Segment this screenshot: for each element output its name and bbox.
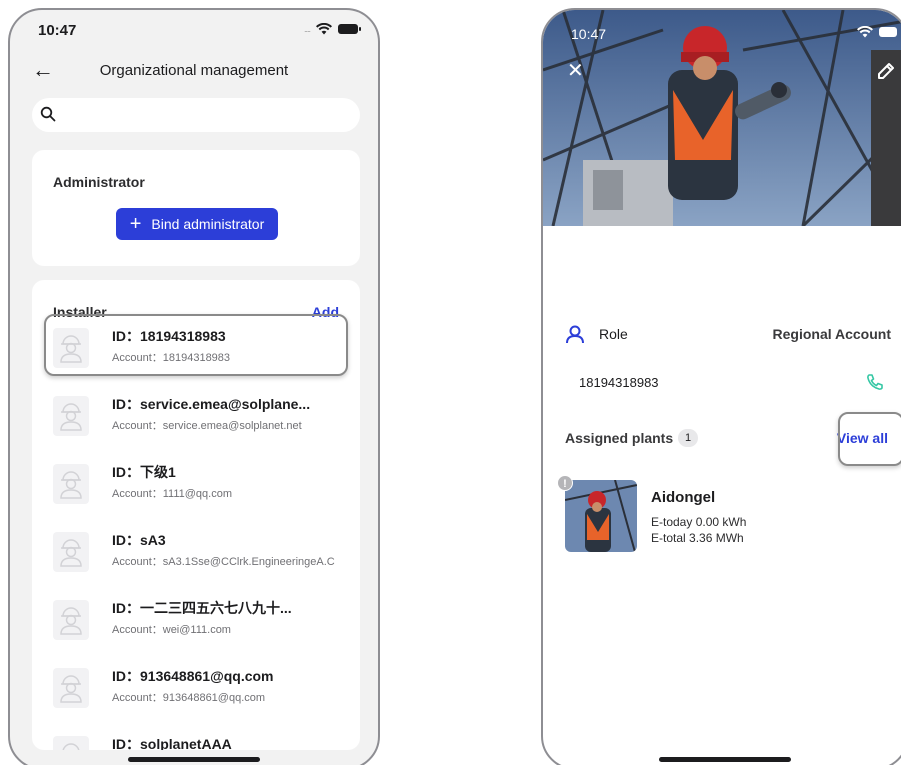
administrator-card: Administrator + Bind administrator xyxy=(32,150,360,266)
plant-list-item[interactable]: ! Aidongel E-today 0.00 kWh E-total 3.36… xyxy=(543,475,901,555)
right-phone-screen: 10:47 ✕ Role Regional Account 1819431898… xyxy=(541,8,901,765)
installer-account: Account：service.emea@solplanet.net xyxy=(112,420,302,432)
installer-list-item[interactable]: ID：service.emea@solplane... Account：serv… xyxy=(32,390,360,446)
bind-administrator-button[interactable]: + Bind administrator xyxy=(116,208,278,240)
status-bar: 10:47 .... xyxy=(10,10,378,50)
status-icons xyxy=(857,26,897,38)
home-indicator xyxy=(128,757,260,762)
installer-list-item[interactable]: ID：下级1 Account：1111@qq.com xyxy=(32,458,360,514)
close-icon[interactable]: ✕ xyxy=(567,58,584,83)
plant-e-today: E-today 0.00 kWh xyxy=(651,515,747,529)
installer-id: ID：一二三四五六七八九十... xyxy=(112,600,292,616)
worker-avatar-icon xyxy=(53,668,89,708)
wifi-icon xyxy=(316,23,332,35)
phone-icon[interactable] xyxy=(865,372,885,392)
installer-account: Account：1111@qq.com xyxy=(112,488,233,500)
worker-avatar-icon xyxy=(53,736,89,750)
plant-name: Aidongel xyxy=(651,489,716,506)
assigned-plants-label: Assigned plants xyxy=(565,430,674,446)
installer-account: Account：sA3.1Sse@CClrk.EngineeringeA.C xyxy=(112,556,335,568)
home-indicator xyxy=(659,757,791,762)
page-title: Organizational management xyxy=(99,62,289,79)
nav-bar: ← Organizational management xyxy=(10,58,378,84)
installer-list-item[interactable]: ID：solplanetAAA xyxy=(32,730,360,750)
signal-icon: .... xyxy=(303,24,311,34)
role-row: Role Regional Account xyxy=(543,322,901,346)
worker-avatar-icon xyxy=(53,464,89,504)
battery-icon xyxy=(338,24,361,34)
search-input[interactable] xyxy=(32,98,360,132)
left-phone-screen: 10:47 .... ← Organizational management A… xyxy=(8,8,380,765)
installer-list-item[interactable]: ID：sA3 Account：sA3.1Sse@CClrk.Engineerin… xyxy=(32,526,360,582)
wifi-icon xyxy=(857,26,873,38)
installer-id: ID：solplanetAAA xyxy=(112,736,232,750)
selection-highlight xyxy=(838,412,901,466)
phone-number: 18194318983 xyxy=(579,375,659,390)
role-label: Role xyxy=(599,326,628,342)
worker-avatar-icon xyxy=(53,532,89,572)
administrator-title: Administrator xyxy=(53,174,145,190)
plus-icon: + xyxy=(129,213,142,235)
plant-e-total: E-total 3.36 MWh xyxy=(651,531,744,545)
installer-account: Account：wei@111.com xyxy=(112,624,231,636)
phone-row: 18194318983 xyxy=(543,372,901,396)
worker-avatar-icon xyxy=(53,600,89,640)
search-icon xyxy=(40,106,56,122)
worker-avatar-icon xyxy=(53,396,89,436)
battery-icon xyxy=(879,27,897,37)
installer-list-item[interactable]: ID：913648861@qq.com Account：913648861@qq… xyxy=(32,662,360,718)
role-value: Regional Account xyxy=(772,326,892,342)
plant-thumbnail xyxy=(565,480,637,552)
header-photo: 10:47 ✕ xyxy=(543,10,901,226)
bind-administrator-label: Bind administrator xyxy=(151,216,265,232)
status-icons: .... xyxy=(303,23,361,35)
status-time: 10:47 xyxy=(38,22,77,39)
edit-pencil-icon[interactable] xyxy=(875,60,897,82)
status-time: 10:47 xyxy=(571,26,607,42)
installer-id: ID：913648861@qq.com xyxy=(112,668,274,684)
installer-id: ID：service.emea@solplane... xyxy=(112,396,311,412)
installer-list-item[interactable]: ID：一二三四五六七八九十... Account：wei@111.com xyxy=(32,594,360,650)
installer-id: ID：sA3 xyxy=(112,532,166,548)
selection-highlight xyxy=(44,314,348,376)
warning-badge-icon: ! xyxy=(557,475,573,491)
user-icon xyxy=(566,325,584,344)
installer-id: ID：下级1 xyxy=(112,464,176,480)
installer-account: Account：913648861@qq.com xyxy=(112,692,266,704)
assigned-plants-count: 1 xyxy=(678,429,698,447)
lineman-photo xyxy=(543,10,901,226)
